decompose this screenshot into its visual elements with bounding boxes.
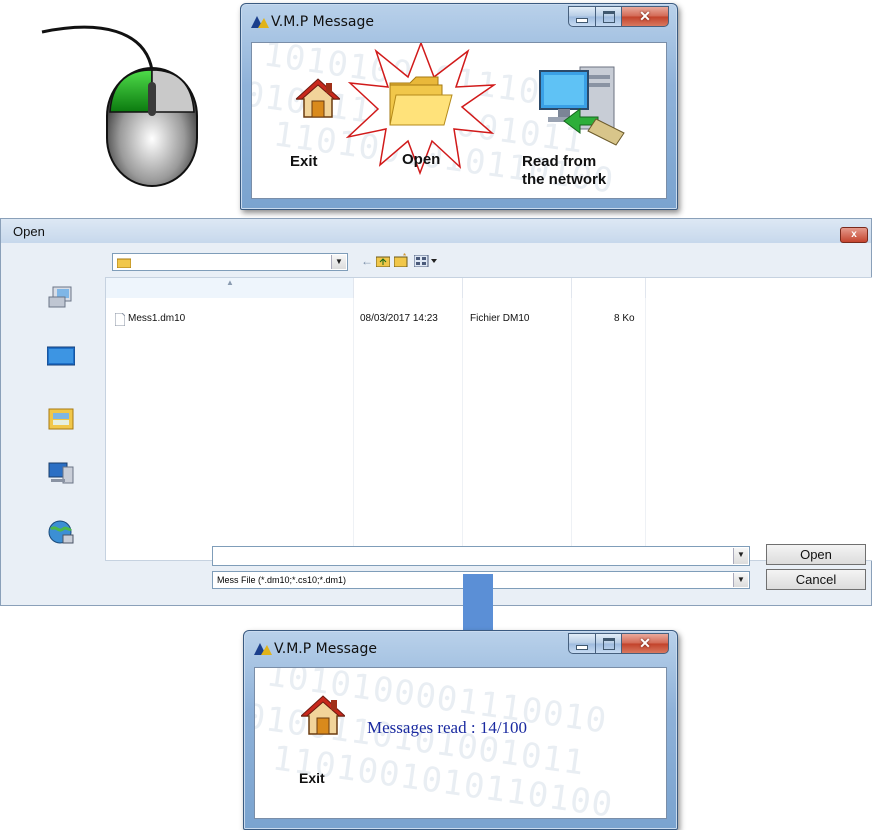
dialog-title: Open — [13, 224, 45, 239]
dialog-titlebar — [1, 219, 871, 243]
up-folder-icon[interactable] — [376, 255, 390, 267]
svg-text:*: * — [403, 253, 406, 261]
column-header-type[interactable] — [463, 278, 572, 298]
mouse-icon — [41, 25, 198, 187]
home-icon[interactable] — [296, 77, 340, 121]
chevron-down-icon: ▼ — [733, 548, 748, 564]
filename-combo[interactable]: ▼ — [212, 546, 750, 566]
maximize-button[interactable] — [596, 6, 622, 27]
status-text: Messages read : 14/100 — [367, 718, 528, 737]
window-title: V.M.P Message — [271, 14, 375, 30]
computer-icon[interactable] — [47, 461, 75, 485]
network-computer-icon[interactable] — [536, 63, 632, 147]
file-list[interactable]: ▲ Mess1.dm10 08/03/2017 14:23 Fichier DM… — [105, 277, 872, 561]
back-icon[interactable]: ← — [361, 254, 373, 268]
vmp-window-top: V.M.P Message ✕ 1010100001110010 0100110… — [240, 3, 678, 210]
file-date: 08/03/2017 14:23 — [360, 313, 438, 324]
window-client: 1010100001110010 0100110101001011 110100… — [254, 667, 667, 819]
column-header-size[interactable] — [572, 278, 646, 298]
chevron-down-icon: ▼ — [331, 255, 346, 269]
dialog-close-button[interactable]: x — [840, 227, 868, 243]
file-type: Fichier DM10 — [470, 313, 530, 324]
vmp-window-bottom: V.M.P Message ✕ 1010100001110010 0100110… — [243, 630, 678, 830]
recent-places-icon[interactable] — [47, 283, 75, 309]
filter-value: Mess File (*.dm10;*.cs10;*.dm1) — [217, 575, 347, 585]
folder-icon[interactable] — [388, 73, 454, 129]
network-icon[interactable] — [47, 519, 75, 545]
minimize-button[interactable] — [568, 633, 596, 654]
exit-label[interactable]: Exit — [299, 770, 325, 786]
file-size: 8 Ko — [614, 313, 635, 324]
app-icon — [251, 16, 269, 28]
file-name: Mess1.dm10 — [128, 313, 186, 324]
libraries-icon[interactable] — [47, 405, 75, 431]
view-menu-icon[interactable] — [414, 255, 438, 267]
window-controls: ✕ — [568, 6, 669, 27]
network-label-line2[interactable]: the network — [522, 171, 606, 188]
desktop-icon[interactable] — [47, 345, 75, 367]
open-file-dialog: Open x ▼ ← * ▲ Mess1.dm10 08/03/2017 14:… — [0, 218, 872, 606]
app-icon — [254, 643, 272, 655]
maximize-button[interactable] — [596, 633, 622, 654]
minimize-button[interactable] — [568, 6, 596, 27]
window-title: V.M.P Message — [274, 641, 378, 657]
new-folder-icon[interactable]: * — [394, 253, 410, 267]
table-row[interactable]: Mess1.dm10 08/03/2017 14:23 Fichier DM10… — [106, 312, 872, 328]
chevron-down-icon: ▼ — [733, 573, 748, 587]
open-label[interactable]: Open — [402, 151, 440, 168]
cancel-button[interactable]: Cancel — [766, 569, 866, 590]
file-icon — [115, 313, 125, 326]
home-icon[interactable] — [301, 694, 345, 738]
column-header-date[interactable] — [354, 278, 463, 298]
folder-icon — [117, 258, 131, 268]
window-client: 1010100001110010 0100110101001011 110100… — [251, 42, 667, 199]
close-button[interactable]: ✕ — [622, 633, 669, 654]
open-button[interactable]: Open — [766, 544, 866, 565]
sort-indicator-icon: ▲ — [226, 278, 234, 287]
window-controls: ✕ — [568, 633, 669, 654]
look-in-combo[interactable]: ▼ — [112, 253, 348, 271]
network-label-line1[interactable]: Read from — [522, 153, 596, 170]
exit-label[interactable]: Exit — [290, 153, 318, 170]
close-button[interactable]: ✕ — [622, 6, 669, 27]
